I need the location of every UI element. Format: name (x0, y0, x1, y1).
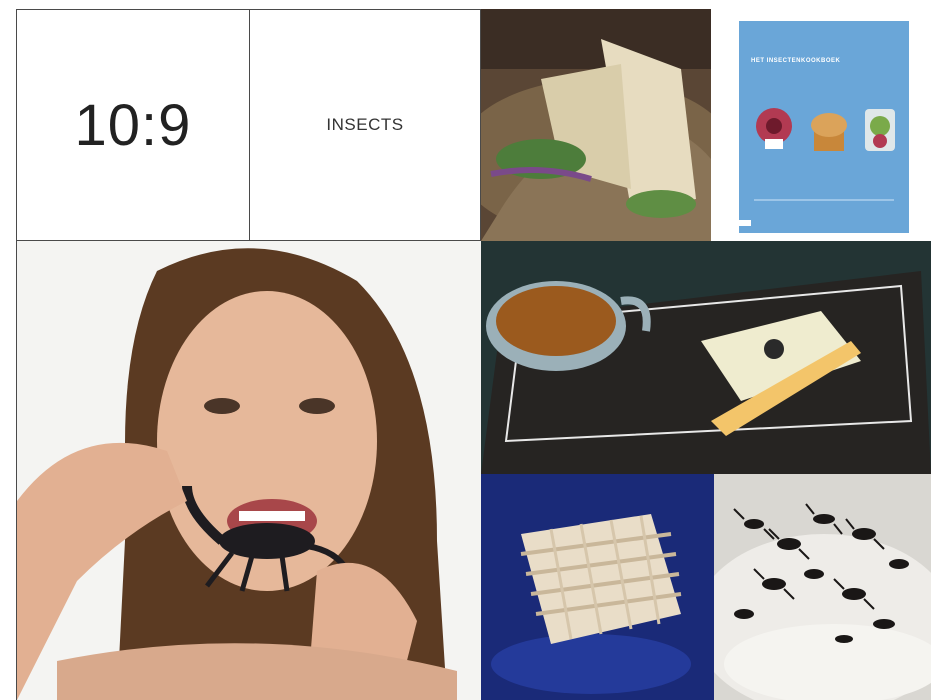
book-cover-tile[interactable]: HET INSECTENKOOKBOEK (711, 9, 931, 241)
photo-larvae-block[interactable] (481, 474, 714, 700)
photo-creme-brulee-dessert[interactable] (481, 241, 931, 474)
category-tile[interactable]: INSECTS (249, 9, 481, 241)
category-label: INSECTS (326, 115, 404, 134)
photo-insect-wrap[interactable] (481, 9, 711, 241)
clock-tile[interactable]: 10:9 (16, 9, 250, 241)
photo-woman-eating-scorpion[interactable] (16, 241, 481, 700)
tile-grid: 10:9 INSECTS HET INSECTENKOOKBOEK (0, 0, 931, 700)
book-cover: HET INSECTENKOOKBOEK (739, 21, 909, 233)
photo-ants-on-puree[interactable] (714, 474, 931, 700)
clock-text: 10:9 (74, 92, 192, 158)
